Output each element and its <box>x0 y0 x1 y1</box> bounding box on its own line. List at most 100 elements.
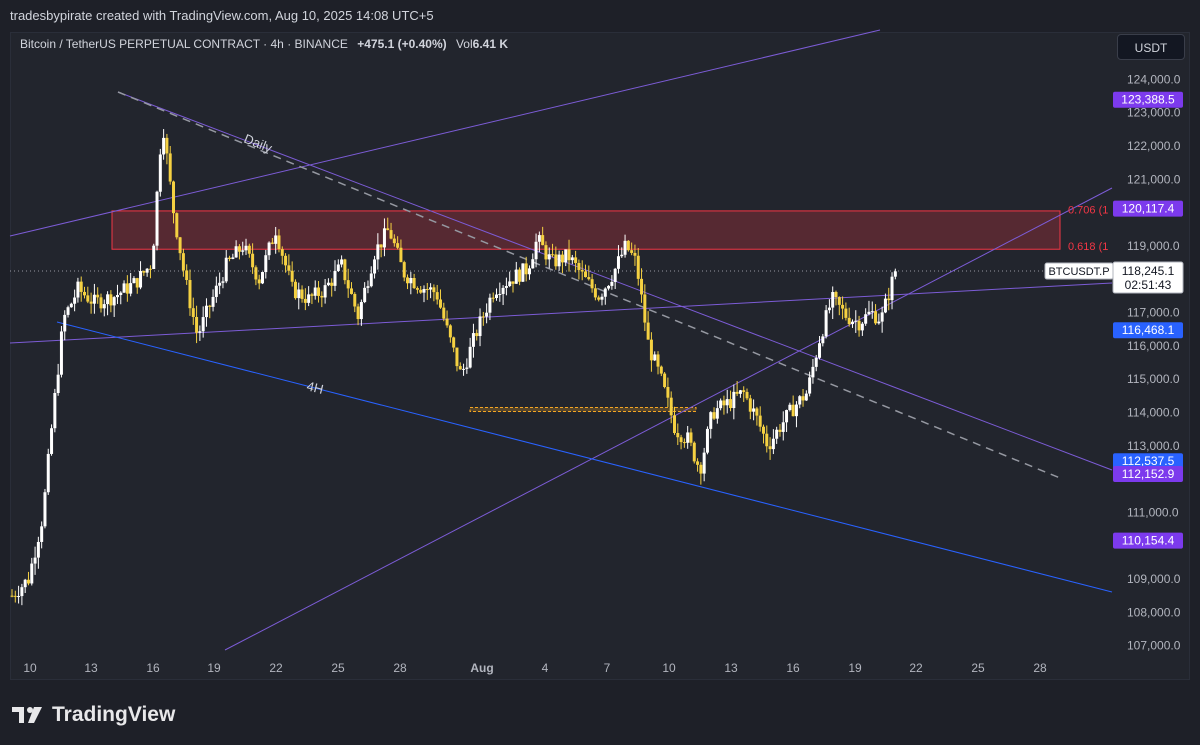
candle-body[interactable] <box>76 281 80 298</box>
candle-body[interactable] <box>195 316 199 333</box>
candle-body[interactable] <box>877 321 881 324</box>
candle-body[interactable] <box>270 242 274 244</box>
candle-body[interactable] <box>445 318 449 326</box>
candle-body[interactable] <box>293 281 297 299</box>
candle-body[interactable] <box>92 294 96 304</box>
candle-body[interactable] <box>119 292 123 295</box>
candle-body[interactable] <box>392 238 396 244</box>
candle-body[interactable] <box>115 294 119 298</box>
candle-body[interactable] <box>409 278 413 284</box>
candle-body[interactable] <box>531 259 535 269</box>
candle-body[interactable] <box>544 245 548 260</box>
candle-body[interactable] <box>89 301 93 304</box>
candle-body[interactable] <box>729 399 733 409</box>
candle-body[interactable] <box>386 228 390 231</box>
candle-body[interactable] <box>419 289 423 293</box>
candle-body[interactable] <box>735 391 739 394</box>
candle-body[interactable] <box>564 249 568 263</box>
candle-body[interactable] <box>224 257 228 282</box>
candle-body[interactable] <box>649 339 653 361</box>
candle-body[interactable] <box>837 297 841 305</box>
candle-body[interactable] <box>251 253 255 268</box>
candle-body[interactable] <box>719 400 723 409</box>
candle-body[interactable] <box>537 235 541 242</box>
candle-body[interactable] <box>142 271 146 273</box>
candle-body[interactable] <box>17 596 21 598</box>
candle-body[interactable] <box>303 298 307 303</box>
candle-body[interactable] <box>412 278 416 289</box>
candle-body[interactable] <box>284 255 288 266</box>
candle-body[interactable] <box>73 297 77 304</box>
candle-body[interactable] <box>808 377 812 394</box>
candle-body[interactable] <box>712 412 716 419</box>
candle-body[interactable] <box>145 268 149 273</box>
candle-body[interactable] <box>742 390 746 392</box>
candle-body[interactable] <box>702 452 706 474</box>
candle-body[interactable] <box>788 404 792 411</box>
candle-body[interactable] <box>188 279 192 309</box>
candle-body[interactable] <box>794 404 798 417</box>
candle-body[interactable] <box>320 295 324 298</box>
candle-body[interactable] <box>366 286 370 288</box>
candle-body[interactable] <box>307 294 311 303</box>
candle-body[interactable] <box>379 244 383 248</box>
candle-body[interactable] <box>666 387 670 398</box>
candle-body[interactable] <box>109 294 113 306</box>
candle-body[interactable] <box>234 246 238 258</box>
candle-body[interactable] <box>462 368 466 370</box>
candle-body[interactable] <box>636 255 640 279</box>
candle-body[interactable] <box>168 153 172 182</box>
candle-body[interactable] <box>791 404 795 417</box>
candle-body[interactable] <box>399 247 403 263</box>
candle-body[interactable] <box>313 287 317 296</box>
candle-body[interactable] <box>36 541 40 558</box>
candle-body[interactable] <box>30 563 34 584</box>
candle-body[interactable] <box>613 268 617 282</box>
candle-body[interactable] <box>257 279 261 284</box>
candle-body[interactable] <box>336 264 340 271</box>
candle-body[interactable] <box>139 271 143 288</box>
candle-body[interactable] <box>452 337 456 348</box>
candle-body[interactable] <box>425 288 429 290</box>
candle-body[interactable] <box>359 302 363 320</box>
candle-body[interactable] <box>682 442 686 444</box>
candle-body[interactable] <box>748 398 752 412</box>
candle-body[interactable] <box>363 287 367 303</box>
candle-body[interactable] <box>485 312 489 317</box>
candle-body[interactable] <box>221 281 225 283</box>
candle-body[interactable] <box>623 240 627 255</box>
candle-body[interactable] <box>333 270 337 286</box>
candle-body[interactable] <box>247 245 251 254</box>
candle-body[interactable] <box>521 263 525 282</box>
candle-body[interactable] <box>46 453 50 493</box>
candle-body[interactable] <box>659 366 663 374</box>
candle-body[interactable] <box>824 310 828 337</box>
candle-body[interactable] <box>488 297 492 313</box>
candle-body[interactable] <box>468 346 472 368</box>
candle-body[interactable] <box>626 240 630 251</box>
candle-body[interactable] <box>765 433 769 447</box>
candle-body[interactable] <box>893 271 897 277</box>
candle-body[interactable] <box>580 270 584 272</box>
candle-body[interactable] <box>287 265 291 271</box>
candle-body[interactable] <box>557 254 561 267</box>
candle-body[interactable] <box>524 263 528 275</box>
candle-body[interactable] <box>201 317 205 332</box>
candle-body[interactable] <box>382 228 386 248</box>
candle-body[interactable] <box>831 292 835 308</box>
candle-body[interactable] <box>152 245 156 270</box>
candle-body[interactable] <box>679 437 683 443</box>
candle-body[interactable] <box>653 354 657 361</box>
candle-body[interactable] <box>228 257 232 259</box>
candle-body[interactable] <box>340 259 344 265</box>
candle-body[interactable] <box>165 137 169 154</box>
candle-body[interactable] <box>106 294 110 305</box>
candle-body[interactable] <box>267 242 271 256</box>
candle-body[interactable] <box>607 285 611 289</box>
candle-body[interactable] <box>752 408 756 412</box>
4h-trendline[interactable] <box>56 321 1113 593</box>
candle-body[interactable] <box>857 320 861 331</box>
candle-body[interactable] <box>415 288 419 290</box>
candle-body[interactable] <box>353 293 357 307</box>
candle-body[interactable] <box>185 270 189 280</box>
